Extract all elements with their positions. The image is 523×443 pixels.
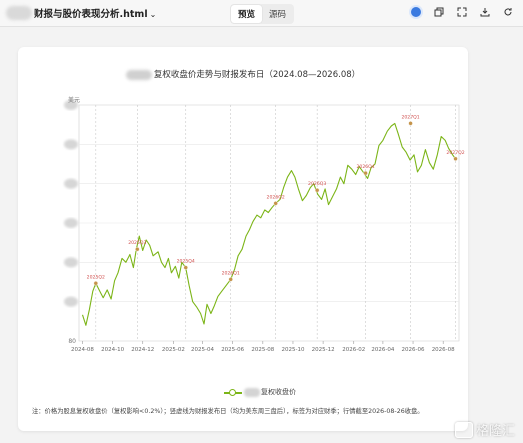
y-tick-label: 80: [68, 338, 76, 345]
redacted-legend-prefix: [244, 387, 260, 397]
redacted-y-tick: [64, 218, 78, 228]
toolbar-icons: [409, 5, 515, 19]
earnings-marker: [273, 201, 278, 206]
earnings-marker: [453, 156, 458, 161]
price-series-line: [81, 122, 456, 326]
earnings-marker: [183, 265, 188, 270]
earnings-label: 2027Q2: [446, 150, 464, 156]
globe-icon[interactable]: [409, 5, 423, 19]
watermark: 格隆汇: [454, 420, 515, 439]
redacted-logo: [6, 6, 32, 20]
earnings-label: 2025Q3: [128, 240, 146, 246]
earnings-label: 2027Q1: [401, 114, 419, 120]
title-bar: 财报与股价表现分析.html ⌄ 预览 源码: [0, 0, 523, 27]
copy-icon[interactable]: [432, 5, 446, 19]
x-tick-label: 2024-08: [71, 347, 94, 353]
earnings-marker: [408, 121, 413, 126]
chevron-down-icon[interactable]: ⌄: [150, 10, 157, 19]
price-chart: 80 美元 2024-08 2024-10 2024-12 2025-02 2025-04 2…: [64, 96, 465, 353]
earnings-label: 2025Q4: [177, 259, 195, 265]
redacted-y-tick: [64, 296, 78, 307]
redacted-y-tick: [64, 257, 78, 268]
file-title[interactable]: 财报与股价表现分析.html ⌄: [34, 6, 156, 20]
watermark-logo-icon: [454, 421, 473, 438]
tab-preview[interactable]: 预览: [231, 5, 263, 23]
x-tick-label: 2025-04: [191, 347, 214, 353]
earnings-marker: [314, 188, 320, 193]
view-tabs: 预览 源码: [230, 4, 295, 24]
earnings-marker: [228, 277, 233, 282]
earnings-label: 2025Q2: [87, 274, 105, 280]
reload-icon[interactable]: [501, 5, 515, 19]
tab-source[interactable]: 源码: [262, 5, 293, 23]
earnings-marker: [93, 281, 99, 286]
x-tick-label: 2025-06: [221, 347, 244, 353]
y-axis-label: 美元: [68, 96, 80, 104]
x-tick-label: 2024-10: [101, 347, 124, 353]
earnings-label: 2026Q2: [267, 194, 285, 200]
expand-icon[interactable]: [455, 5, 469, 19]
x-tick-label: 2026-08: [432, 347, 455, 353]
footnote: 注：价格为股息复权收盘价（复权影响<0.2%）；竖虚线为财报发布日（均为美东周三…: [32, 408, 424, 415]
x-tick-label: 2026-02: [342, 347, 365, 353]
x-tick-label: 2024-12: [131, 347, 154, 353]
legend-label: 复权收盘价: [261, 388, 296, 396]
legend[interactable]: 复权收盘价: [224, 387, 296, 397]
file-name: 财报与股价表现分析.html: [34, 9, 148, 20]
earnings-marker: [363, 170, 368, 176]
legend-swatch: [224, 388, 242, 396]
x-tick-label: 2025-10: [281, 347, 304, 353]
earnings-label: 2026Q1: [222, 270, 240, 276]
chart-card: 复权收盘价走势与财报发布日（2024.08—2026.08） 80 美元 2024-…: [18, 47, 468, 431]
download-icon[interactable]: [478, 5, 492, 19]
earnings-marker: [135, 247, 140, 252]
x-tick-label: 2025-02: [162, 347, 185, 353]
earnings-label: 2026Q3: [308, 181, 326, 187]
watermark-text: 格隆汇: [475, 424, 515, 439]
x-tick-label: 2026-04: [371, 347, 394, 353]
x-tick-label: 2025-08: [251, 347, 274, 353]
redacted-y-tick: [64, 139, 78, 150]
x-tick-label: 2026-06: [402, 347, 425, 353]
earnings-label: 2026Q4: [356, 164, 374, 170]
redacted-y-tick: [64, 178, 78, 189]
x-tick-label: 2025-12: [312, 347, 335, 353]
